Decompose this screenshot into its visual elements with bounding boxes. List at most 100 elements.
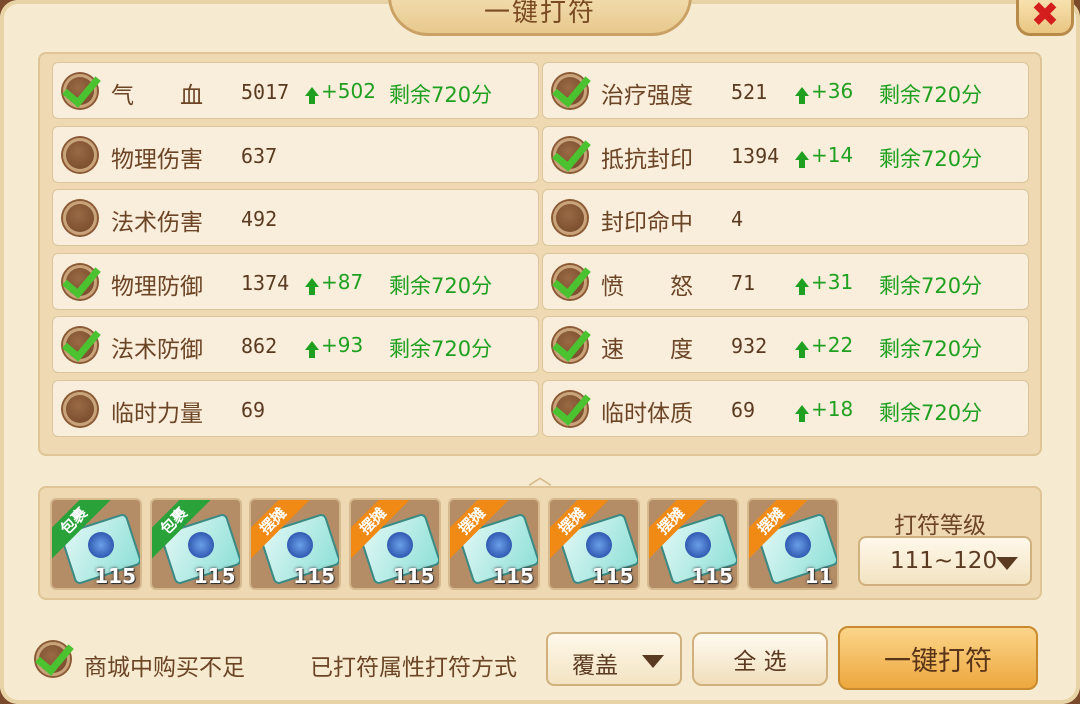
collapse-chevron-icon[interactable]: ︿ [516,458,564,490]
talisman-item[interactable]: 包裹 115 [149,498,242,590]
increase-text: +87 [321,269,364,294]
increase-text: +502 [321,79,376,103]
attribute-row[interactable]: 速 度 932 +22 剩余720分 [542,316,1029,373]
talisman-emblem-icon [685,532,711,558]
grade-select[interactable]: 111~120 [858,536,1032,586]
one-click-talisman-button[interactable]: 一键打符 [838,626,1038,690]
checkbox-checked-icon[interactable] [553,137,587,172]
attribute-value: 71 [731,270,756,295]
arrow-up-icon [305,87,319,104]
attribute-increase: +502 [305,79,376,104]
talisman-level: 115 [94,564,136,588]
arrow-up-icon [795,150,809,168]
remaining-time: 剩余720分 [389,273,493,298]
talisman-item[interactable]: 摆摊 115 [547,498,640,590]
attribute-row[interactable]: 临时体质 69 +18 剩余720分 [542,379,1029,437]
mall-purchase-checkbox[interactable] [36,642,70,676]
attribute-row[interactable]: 封印命中 4 [542,189,1029,246]
attribute-value: 521 [731,80,768,104]
checkbox-checked-icon[interactable] [63,264,97,299]
attribute-name: 法术防御 [111,337,203,363]
attribute-name: 抵抗封印 [601,146,693,173]
attribute-value: 69 [241,397,266,422]
increase-text: +31 [811,269,854,294]
talisman-emblem-icon [585,532,612,558]
attribute-row[interactable]: 愤 怒 71 +31 剩余720分 [542,252,1029,310]
attribute-row[interactable]: 抵抗封印 1394 +14 剩余720分 [542,125,1029,183]
talisman-emblem-icon [88,532,114,558]
close-icon: ✖ [1030,0,1060,35]
arrow-up-icon [795,404,809,422]
attribute-value: 492 [241,207,278,231]
attribute-row[interactable]: 气 血 5017 +502 剩余720分 [52,62,539,119]
talisman-item[interactable]: 摆摊 115 [647,498,739,590]
increase-text: +18 [811,396,854,421]
checkbox-unchecked-icon[interactable] [553,201,587,235]
attribute-increase: +93 [305,333,364,358]
attribute-name: 封印命中 [601,210,693,236]
attribute-row[interactable]: 物理防御 1374 +87 剩余720分 [52,252,539,310]
attribute-increase: +14 [795,143,853,168]
checkbox-unchecked-icon[interactable] [63,137,97,172]
arrow-up-icon [795,87,809,104]
attribute-name: 治疗强度 [601,83,693,109]
attribute-value: 1394 [731,143,780,168]
attribute-row[interactable]: 临时力量 69 [52,379,539,437]
talisman-item[interactable]: 摆摊 115 [348,498,441,590]
remaining-time: 剩余720分 [879,400,983,425]
arrow-up-icon [305,277,319,295]
attribute-row[interactable]: 物理伤害 637 [52,125,539,183]
attribute-name: 法术伤害 [111,210,203,236]
grade-title: 打符等级 [894,513,986,539]
arrow-up-icon [305,341,319,358]
attribute-name: 物理伤害 [111,146,203,173]
grade-select-value: 111~120 [890,548,998,574]
attribute-increase: +22 [795,333,854,358]
remaining-time: 剩余720分 [879,146,983,171]
attribute-name: 临时体质 [601,400,693,427]
attribute-row[interactable]: 法术伤害 492 [52,189,539,246]
close-button[interactable]: ✖ [1016,0,1074,36]
attribute-value: 862 [241,334,278,358]
arrow-up-icon [795,341,809,358]
select-all-button[interactable]: 全 选 [692,632,828,686]
attribute-increase: +31 [795,269,854,295]
title-tab: 一键打符 [388,0,692,36]
mode-label: 已打符属性打符方式 [310,655,517,681]
checkbox-checked-icon[interactable] [63,74,97,108]
checkbox-checked-icon[interactable] [553,74,587,108]
attribute-value: 69 [731,397,756,422]
talisman-item[interactable]: 包裹 115 [50,498,142,590]
talisman-emblem-icon [486,532,512,558]
checkbox-checked-icon[interactable] [63,328,97,362]
attribute-name: 临时力量 [111,400,203,427]
talisman-level: 115 [691,564,733,588]
checkbox-checked-icon[interactable] [553,264,587,299]
checkbox-unchecked-icon[interactable] [63,201,97,235]
attribute-increase: +36 [795,79,853,104]
talisman-item[interactable]: 摆摊 115 [448,498,540,590]
mall-purchase-label: 商城中购买不足 [84,655,245,681]
checkbox-unchecked-icon[interactable] [63,391,97,426]
talisman-level: 11 [804,564,833,588]
talisman-emblem-icon [287,532,313,558]
checkbox-checked-icon[interactable] [553,391,587,426]
one-click-talisman-label: 一键打符 [884,645,992,677]
select-all-label: 全 选 [733,649,787,675]
increase-text: +93 [321,333,364,357]
mode-select-value: 覆盖 [572,653,618,679]
attribute-row[interactable]: 法术防御 862 +93 剩余720分 [52,316,539,373]
checkbox-checked-icon[interactable] [553,328,587,362]
mode-select[interactable]: 覆盖 [546,632,682,686]
talisman-emblem-icon [187,532,214,558]
attribute-value: 1374 [241,270,290,295]
talisman-item[interactable]: 摆摊 115 [249,498,341,590]
increase-text: +22 [811,333,854,357]
attribute-row[interactable]: 治疗强度 521 +36 剩余720分 [542,62,1029,119]
chevron-down-icon [642,655,664,668]
attribute-increase: +87 [305,269,364,295]
talisman-strip[interactable]: 包裹 115 包裹 115 摆摊 115 摆摊 115 摆摊 115 摆摊 115 摆摊 115 摆摊 11 [50,498,856,592]
talisman-emblem-icon [784,532,811,558]
talisman-item[interactable]: 摆摊 11 [746,498,839,590]
chevron-down-icon [996,557,1018,570]
